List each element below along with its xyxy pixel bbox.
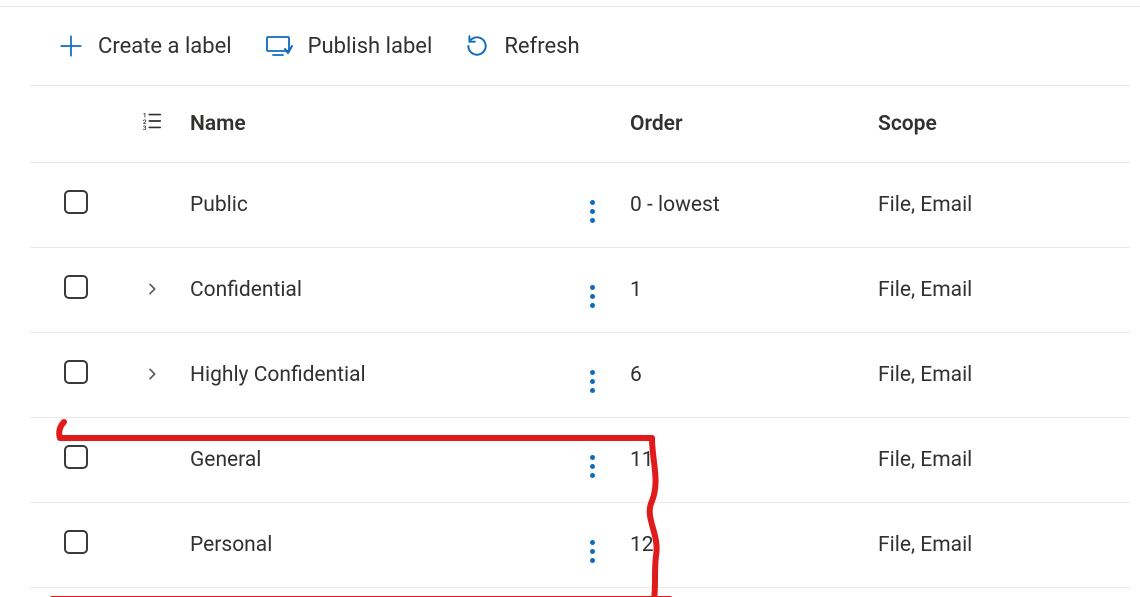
- more-vertical-icon[interactable]: [590, 285, 595, 308]
- more-vertical-icon[interactable]: [590, 370, 595, 393]
- column-header-select: [30, 86, 122, 163]
- row-name[interactable]: Public: [182, 163, 562, 248]
- row-expand-cell: [122, 163, 182, 248]
- row-actions-cell: [562, 163, 622, 248]
- svg-text:3: 3: [143, 124, 147, 132]
- row-actions-cell: [562, 418, 622, 503]
- labels-table: 1 2 3 Name Order Scope Public0 - lowestF…: [30, 86, 1130, 588]
- row-scope: File, Email: [870, 248, 1130, 333]
- row-name[interactable]: General: [182, 418, 562, 503]
- row-order: 0 - lowest: [622, 163, 870, 248]
- table-header-row: 1 2 3 Name Order Scope: [30, 86, 1130, 163]
- command-bar: Create a label Publish label Refresh: [0, 7, 1140, 85]
- column-header-name[interactable]: Name: [182, 86, 562, 163]
- more-vertical-icon[interactable]: [590, 455, 595, 478]
- row-order: 12: [622, 503, 870, 588]
- column-header-scope[interactable]: Scope: [870, 86, 1130, 163]
- row-name[interactable]: Confidential: [182, 248, 562, 333]
- table-row[interactable]: Public 0 - lowestFile, Email: [30, 163, 1130, 248]
- row-actions-cell: [562, 248, 622, 333]
- row-select-cell: [30, 333, 122, 418]
- row-order: 6: [622, 333, 870, 418]
- row-checkbox[interactable]: [64, 275, 88, 299]
- create-label-button[interactable]: Create a label: [58, 33, 232, 59]
- row-select-cell: [30, 503, 122, 588]
- row-expand-cell: [122, 418, 182, 503]
- row-scope: File, Email: [870, 163, 1130, 248]
- row-scope: File, Email: [870, 418, 1130, 503]
- row-actions-cell: [562, 503, 622, 588]
- row-scope: File, Email: [870, 333, 1130, 418]
- row-checkbox[interactable]: [64, 530, 88, 554]
- chevron-right-icon[interactable]: [141, 278, 163, 300]
- row-checkbox[interactable]: [64, 190, 88, 214]
- row-order: 11: [622, 418, 870, 503]
- column-header-actions: [562, 86, 622, 163]
- row-select-cell: [30, 248, 122, 333]
- refresh-text: Refresh: [504, 34, 579, 59]
- publish-label-button[interactable]: Publish label: [264, 34, 433, 59]
- row-order: 1: [622, 248, 870, 333]
- column-header-expand: 1 2 3: [122, 86, 182, 163]
- table-row[interactable]: General 11File, Email: [30, 418, 1130, 503]
- row-checkbox[interactable]: [64, 360, 88, 384]
- row-actions-cell: [562, 333, 622, 418]
- more-vertical-icon[interactable]: [590, 540, 595, 563]
- row-name[interactable]: Highly Confidential: [182, 333, 562, 418]
- row-expand-cell: [122, 248, 182, 333]
- more-vertical-icon[interactable]: [590, 200, 595, 223]
- table-row[interactable]: Confidential 1File, Email: [30, 248, 1130, 333]
- row-select-cell: [30, 163, 122, 248]
- table-row[interactable]: Personal 12File, Email: [30, 503, 1130, 588]
- refresh-button[interactable]: Refresh: [464, 33, 579, 59]
- row-checkbox[interactable]: [64, 445, 88, 469]
- chevron-right-icon[interactable]: [141, 363, 163, 385]
- row-select-cell: [30, 418, 122, 503]
- refresh-icon: [464, 33, 490, 59]
- publish-icon: [264, 34, 294, 58]
- row-scope: File, Email: [870, 503, 1130, 588]
- numbered-list-icon: 1 2 3: [141, 110, 163, 138]
- row-name[interactable]: Personal: [182, 503, 562, 588]
- row-expand-cell: [122, 333, 182, 418]
- publish-label-text: Publish label: [308, 34, 433, 59]
- row-expand-cell: [122, 503, 182, 588]
- labels-table-wrap: 1 2 3 Name Order Scope Public0 - lowestF…: [30, 85, 1130, 588]
- create-label-text: Create a label: [98, 34, 232, 59]
- plus-icon: [58, 33, 84, 59]
- column-header-order[interactable]: Order: [622, 86, 870, 163]
- table-row[interactable]: Highly Confidential 6File, Email: [30, 333, 1130, 418]
